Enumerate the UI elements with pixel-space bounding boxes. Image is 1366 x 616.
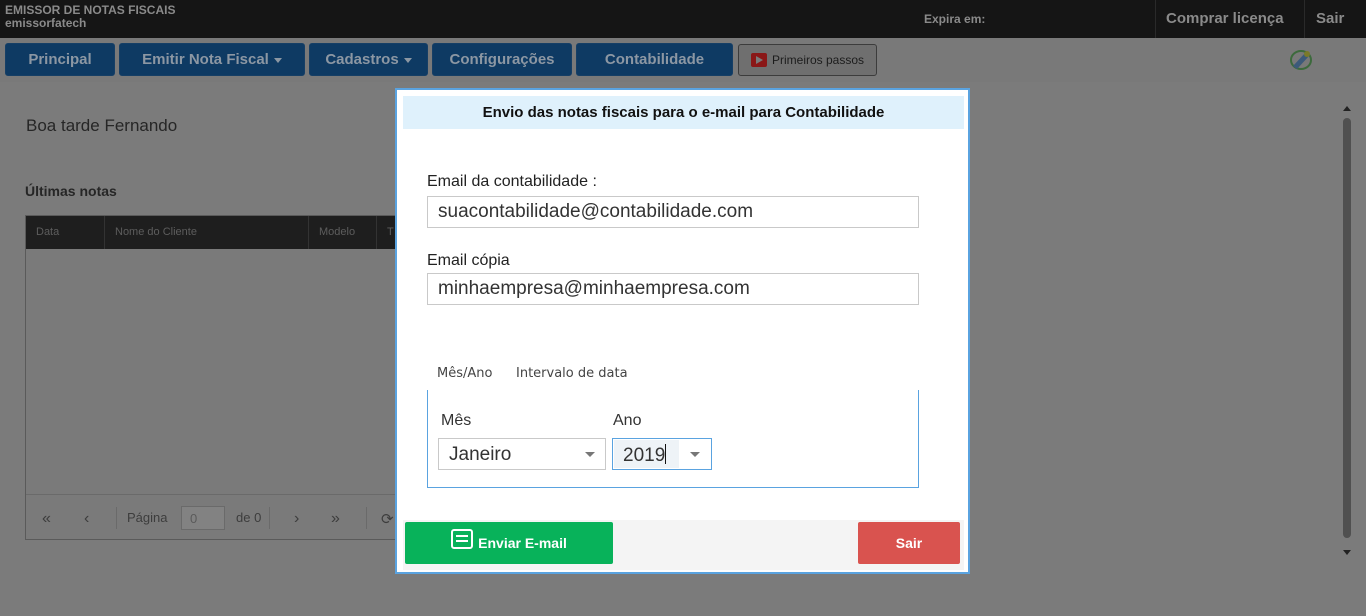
year-select-value[interactable]: 2019 (623, 444, 667, 467)
year-select[interactable]: 2019 (612, 438, 712, 470)
latest-notes-title: Últimas notas (25, 183, 117, 199)
column-header-type[interactable]: T (387, 226, 394, 238)
accounting-email-field[interactable] (427, 196, 919, 228)
column-header-client[interactable]: Nome do Cliente (115, 226, 197, 238)
tab-month-year[interactable]: Mês/Ano (437, 366, 492, 381)
prev-page-icon[interactable]: ‹ (84, 510, 89, 528)
nav-principal[interactable]: Principal (5, 43, 115, 76)
page-input[interactable]: 0 (181, 506, 225, 530)
first-steps-button[interactable]: Primeiros passos (738, 44, 877, 76)
nav-label: Emitir Nota Fiscal (142, 51, 269, 68)
year-label: Ano (613, 412, 642, 429)
nav-cadastros[interactable]: Cadastros (309, 43, 428, 76)
month-select-value: Janeiro (449, 444, 512, 465)
send-email-label: Enviar E-mail (478, 535, 567, 551)
nav-label: Contabilidade (604, 51, 705, 68)
nav-label: Configurações (449, 51, 555, 68)
license-expiry-label: Expira em: (924, 12, 986, 26)
divider (116, 507, 117, 529)
year-value-text: 2019 (623, 445, 666, 466)
chevron-down-icon[interactable] (690, 452, 700, 457)
last-page-icon[interactable]: » (331, 510, 340, 528)
accounting-email-label: Email da contabilidade : (427, 173, 597, 190)
tab-date-range[interactable]: Intervalo de data (516, 366, 628, 381)
grid-pager: « ‹ Página 0 de 0 › » ⟳ (26, 494, 404, 540)
page-input-value: 0 (190, 511, 198, 526)
first-page-icon[interactable]: « (42, 510, 51, 528)
buy-license-link[interactable]: Comprar licença (1166, 10, 1284, 27)
nav-emitir-nota-fiscal[interactable]: Emitir Nota Fiscal (119, 43, 305, 76)
copy-email-field[interactable] (427, 273, 919, 305)
chevron-down-icon (403, 58, 412, 63)
scroll-up-icon[interactable] (1343, 106, 1351, 111)
divider (104, 216, 105, 249)
divider (366, 507, 367, 529)
scroll-thumb[interactable] (1343, 118, 1351, 538)
divider (308, 216, 309, 249)
exit-label: Sair (895, 535, 923, 551)
first-steps-label: Primeiros passos (772, 53, 865, 67)
greeting-text: Boa tarde Fernando (26, 116, 178, 135)
divider (1155, 0, 1156, 38)
top-bar: EMISSOR DE NOTAS FISCAIS emissorfatech E… (0, 0, 1366, 38)
nav-label: Principal (28, 51, 92, 68)
exit-button[interactable]: Sair (858, 522, 960, 564)
scroll-down-icon[interactable] (1343, 550, 1351, 555)
month-label: Mês (441, 412, 472, 429)
page-count-label: de 0 (236, 510, 262, 525)
main-nav: Principal Emitir Nota Fiscal Cadastros C… (0, 38, 1366, 82)
nav-label: Cadastros (325, 51, 399, 68)
chevron-down-icon[interactable] (585, 452, 595, 457)
envelope-icon (451, 529, 474, 549)
logout-link[interactable]: Sair (1316, 10, 1344, 27)
page-label: Página (127, 510, 168, 525)
send-email-button[interactable]: Enviar E-mail (405, 522, 613, 564)
divider (376, 216, 377, 249)
month-select[interactable]: Janeiro (438, 438, 606, 470)
latest-notes-grid: Data Nome do Cliente Modelo T « ‹ Página… (25, 215, 405, 540)
next-page-icon[interactable]: › (294, 510, 299, 528)
divider (1304, 0, 1305, 38)
play-icon (751, 53, 767, 67)
month-year-panel: Mês Ano Janeiro 2019 (427, 390, 919, 488)
dialog-title: Envio das notas fiscais para o e-mail pa… (403, 96, 964, 129)
chevron-down-icon (273, 58, 282, 63)
app-subtitle: emissorfatech (5, 16, 87, 30)
app-brand: EMISSOR DE NOTAS FISCAIS emissorfatech (5, 4, 175, 30)
column-header-date[interactable]: Data (36, 226, 59, 238)
page-scrollbar[interactable] (1340, 88, 1356, 562)
app-logo-icon (1290, 50, 1312, 70)
text-cursor (665, 444, 667, 464)
grid-header: Data Nome do Cliente Modelo T (26, 216, 404, 249)
column-header-model[interactable]: Modelo (319, 226, 355, 238)
accounting-email-dialog: Envio das notas fiscais para o e-mail pa… (395, 88, 970, 574)
divider (269, 507, 270, 529)
copy-email-label: Email cópia (427, 252, 510, 269)
nav-contabilidade[interactable]: Contabilidade (576, 43, 733, 76)
refresh-icon[interactable]: ⟳ (381, 510, 394, 528)
nav-configuracoes[interactable]: Configurações (432, 43, 572, 76)
